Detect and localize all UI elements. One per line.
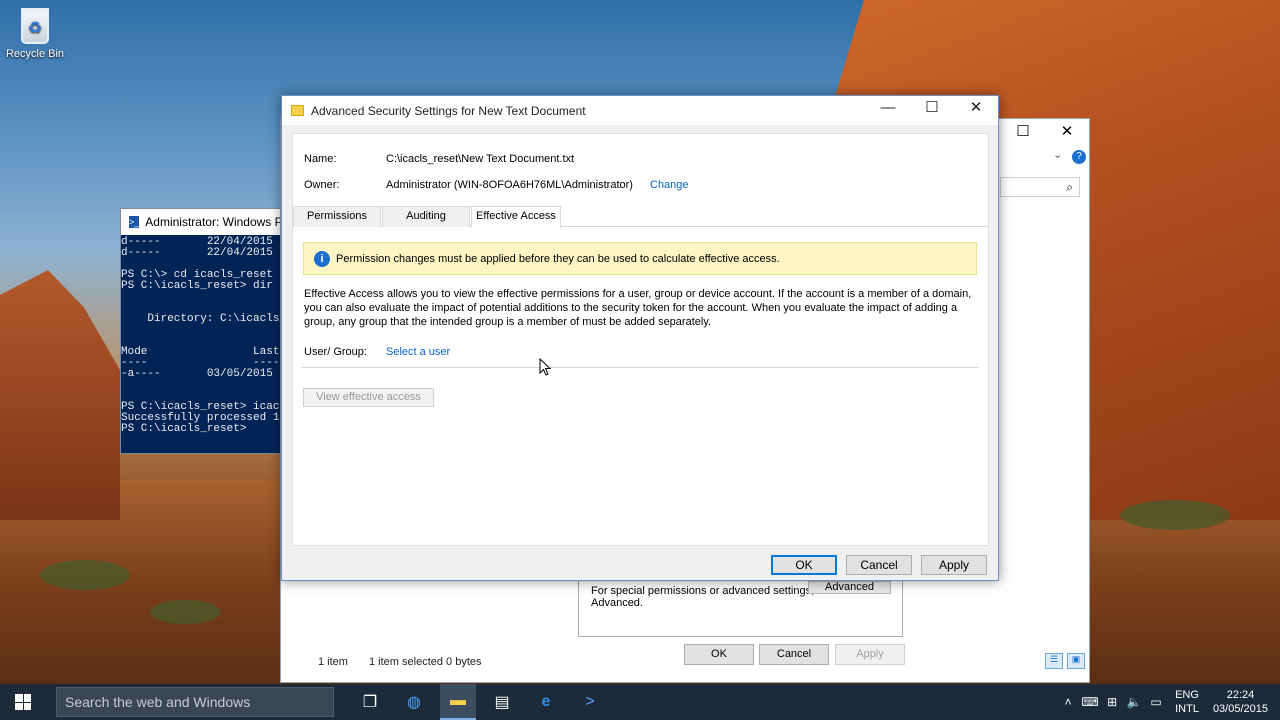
apply-button[interactable]: Apply [921, 555, 987, 575]
action-center-icon[interactable]: ▭ [1145, 695, 1167, 709]
clock-date: 03/05/2015 [1212, 703, 1268, 715]
desktop-shrub [1120, 500, 1230, 530]
dialog-content: Name: C:\icacls_reset\New Text Document.… [292, 133, 989, 546]
name-value: C:\icacls_reset\New Text Document.txt [386, 153, 575, 165]
info-message: Permission changes must be applied befor… [336, 252, 780, 265]
powershell-titlebar[interactable]: >_ Administrator: Windows Po [121, 209, 284, 235]
close-icon[interactable]: ✕ [954, 96, 998, 118]
dialog-title: Advanced Security Settings for New Text … [311, 103, 586, 118]
properties-ok-button[interactable]: OK [684, 644, 754, 665]
maximize-icon[interactable]: ☐ [910, 96, 954, 118]
desktop-rock-left [0, 270, 120, 520]
console-line: Directory: C:\icacls_ [121, 313, 285, 325]
powershell-taskbar-icon[interactable]: > [572, 684, 608, 720]
user-group-label: User/ Group: [304, 346, 367, 358]
large-icons-view-icon[interactable]: ▣ [1067, 653, 1085, 669]
powershell-icon: >_ [129, 216, 140, 228]
internet-explorer-icon[interactable]: e [528, 684, 564, 720]
system-tray: ˄ ⌨ ⊞ 🔈 ▭ ENG INTL 22:24 03/05/2015 [1057, 684, 1280, 720]
powershell-title: Administrator: Windows Po [145, 215, 285, 229]
tab-auditing[interactable]: Auditing [382, 206, 470, 227]
view-effective-access-button[interactable]: View effective access [303, 388, 434, 407]
task-view-icon[interactable]: ❐ [352, 684, 388, 720]
desktop-shrub [150, 600, 220, 624]
maximize-icon[interactable]: ☐ [1001, 119, 1045, 143]
special-permissions-text: For special permissions or advanced sett… [591, 585, 839, 609]
owner-label: Owner: [304, 179, 340, 191]
search-icon[interactable]: ⌕ [1000, 177, 1080, 197]
help-icon[interactable]: ? [1072, 150, 1086, 164]
start-button[interactable] [0, 684, 46, 720]
status-selection: 1 item selected 0 bytes [369, 656, 482, 668]
console-line: PS C:\icacls_reset> dir [121, 280, 273, 292]
show-hidden-icons-icon[interactable]: ˄ [1057, 695, 1079, 709]
recycle-bin-shortcut[interactable]: ♻ Recycle Bin [4, 8, 66, 60]
status-item-count: 1 item [318, 656, 348, 668]
dialog-window-controls: — ☐ ✕ [866, 96, 998, 118]
properties-cancel-button[interactable]: Cancel [759, 644, 829, 665]
file-icon [291, 105, 304, 116]
properties-apply-button[interactable]: Apply [835, 644, 905, 665]
dialog-titlebar[interactable]: Advanced Security Settings for New Text … [282, 96, 998, 125]
advanced-security-dialog[interactable]: Advanced Security Settings for New Text … [281, 95, 999, 581]
cancel-button[interactable]: Cancel [846, 555, 912, 575]
language-code: ENG [1175, 689, 1199, 701]
owner-value: Administrator (WIN-8OFOA6H76ML\Administr… [386, 179, 633, 191]
tab-permissions[interactable]: Permissions [293, 206, 381, 227]
name-label: Name: [304, 153, 337, 165]
select-user-link[interactable]: Select a user [386, 346, 450, 358]
store-icon[interactable]: ▤ [484, 684, 520, 720]
volume-icon[interactable]: 🔈 [1123, 695, 1145, 709]
info-icon: i [314, 250, 330, 267]
close-icon[interactable]: ✕ [1045, 119, 1089, 143]
effective-access-description: Effective Access allows you to view the … [304, 288, 972, 328]
chevron-down-icon[interactable]: ⌄ [1053, 148, 1062, 161]
properties-window-controls: ☐ ✕ [1001, 119, 1089, 143]
minimize-icon[interactable]: — [866, 96, 910, 118]
desktop-shrub [40, 560, 130, 590]
change-owner-link[interactable]: Change [650, 179, 689, 191]
special-permissions-box: For special permissions or advanced sett… [578, 580, 903, 637]
windows-logo-icon [15, 694, 31, 710]
taskbar-search-box[interactable]: Search the web and Windows [56, 687, 334, 717]
console-line: d----- 22/04/2015 [121, 247, 273, 259]
recycle-bin-icon: ♻ [21, 8, 49, 44]
clock[interactable]: 22:24 03/05/2015 [1213, 688, 1268, 716]
file-explorer-icon[interactable]: ▬ [440, 684, 476, 720]
recycle-bin-label: Recycle Bin [5, 48, 65, 60]
advanced-button[interactable]: Advanced [808, 581, 891, 594]
view-toggle: ☰ ▣ [1045, 653, 1085, 669]
mouse-cursor-icon [539, 358, 551, 376]
dialog-tabs: Permissions Auditing Effective Access [293, 206, 988, 228]
keyboard-icon[interactable]: ⌨ [1079, 695, 1101, 709]
language-indicator[interactable]: ENG INTL [1175, 688, 1199, 716]
taskbar: Search the web and Windows ❐ ◍ ▬ ▤ e > ˄… [0, 684, 1280, 720]
powershell-console-output[interactable]: d----- 22/04/2015 d----- 22/04/2015 PS C:… [121, 235, 284, 435]
ok-button[interactable]: OK [771, 555, 837, 575]
console-line: -a---- 03/05/2015 [121, 368, 273, 380]
info-banner: i Permission changes must be applied bef… [303, 242, 977, 275]
tab-effective-access[interactable]: Effective Access [471, 206, 561, 228]
details-view-icon[interactable]: ☰ [1045, 653, 1063, 669]
network-icon[interactable]: ⊞ [1101, 695, 1123, 709]
separator [301, 367, 979, 368]
clock-time: 22:24 [1226, 689, 1255, 701]
keyboard-layout: INTL [1175, 703, 1199, 715]
console-line: PS C:\icacls_reset> [121, 423, 247, 435]
network-globe-icon[interactable]: ◍ [396, 684, 432, 720]
powershell-window[interactable]: >_ Administrator: Windows Po d----- 22/0… [120, 208, 285, 454]
